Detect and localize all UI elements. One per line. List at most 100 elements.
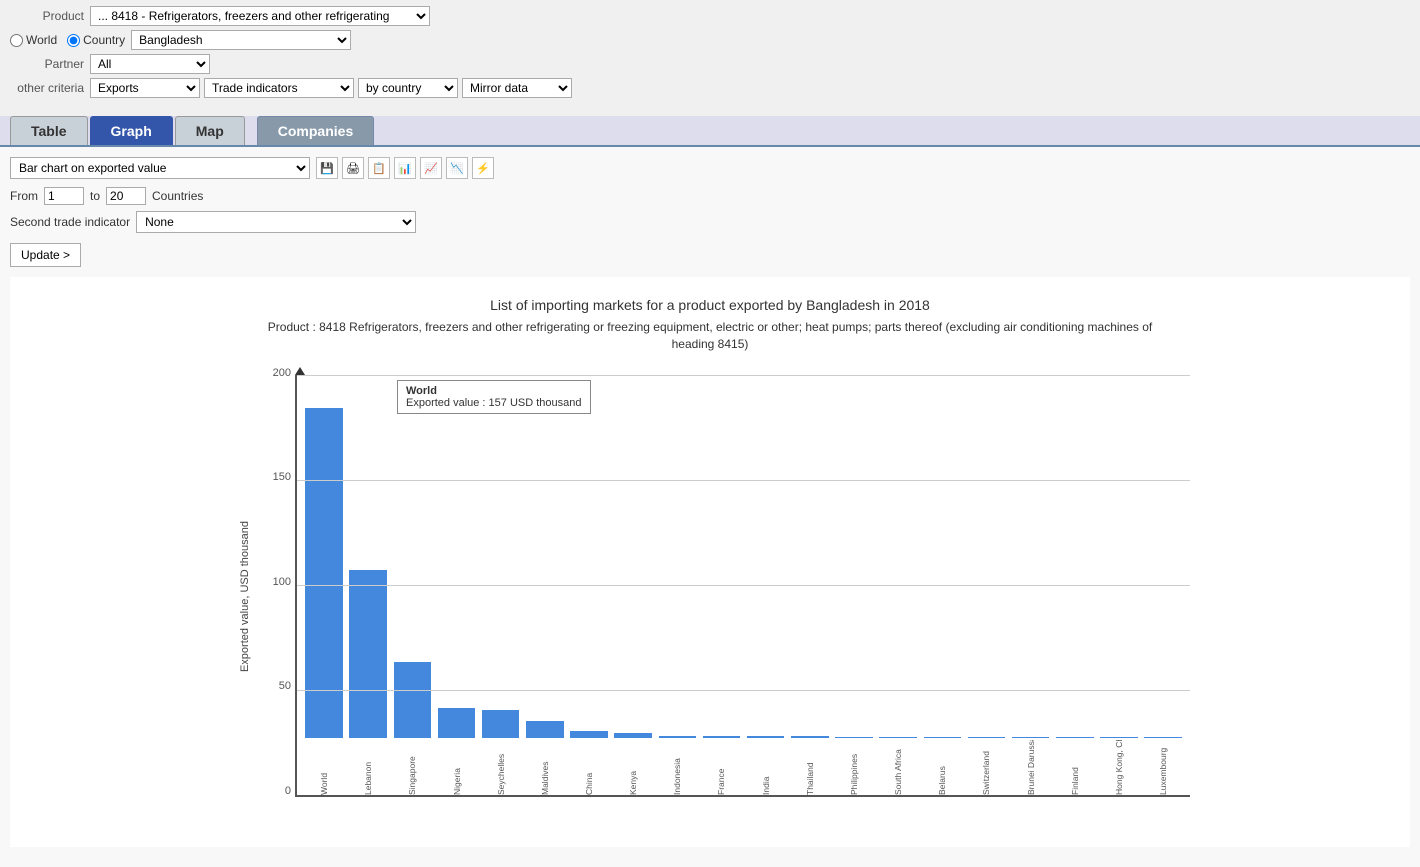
bar-label: Finland: [1070, 740, 1080, 795]
mirror-data-select[interactable]: Mirror data: [462, 78, 572, 98]
chart-area: List of importing markets for a product …: [10, 277, 1410, 847]
exports-select[interactable]: Exports: [90, 78, 200, 98]
y-tick-150: 150: [273, 471, 291, 483]
chart-title: List of importing markets for a product …: [490, 297, 930, 313]
bar[interactable]: [659, 736, 697, 738]
bar[interactable]: [791, 736, 829, 737]
y-tick-0: 0: [285, 785, 291, 797]
bar[interactable]: [570, 731, 608, 737]
bar-label: Singapore: [407, 740, 417, 795]
country-radio[interactable]: [67, 34, 80, 47]
main-content: Bar chart on exported value 💾 🖨 📋 📊 📈 📉 …: [0, 147, 1420, 867]
from-label: From: [10, 189, 38, 203]
trade-indicators-select[interactable]: Trade indicators: [204, 78, 354, 98]
bar-label: Switzerland: [981, 740, 991, 795]
bar-label: Hong Kong, China: [1114, 740, 1124, 795]
y-axis-label-container: Exported value, USD thousand: [230, 367, 260, 827]
partner-label: Partner: [10, 57, 90, 71]
tab-graph[interactable]: Graph: [90, 116, 173, 145]
chart-type-row: Bar chart on exported value 💾 🖨 📋 📊 📈 📉 …: [10, 157, 1410, 179]
bar[interactable]: [879, 737, 917, 738]
bar-label: Kenya: [628, 740, 638, 795]
tab-companies[interactable]: Companies: [257, 116, 374, 145]
country-radio-label[interactable]: Country: [67, 33, 125, 47]
product-select[interactable]: ... 8418 - Refrigerators, freezers and o…: [90, 6, 430, 26]
bar[interactable]: [349, 570, 387, 738]
chart-type-select[interactable]: Bar chart on exported value: [10, 157, 310, 179]
other-criteria-label: other criteria: [10, 81, 90, 95]
country-select[interactable]: Bangladesh: [131, 30, 351, 50]
second-trade-label: Second trade indicator: [10, 215, 130, 229]
plot-area: World Lebanon Singapore Nigeria Seychelles Ma…: [295, 375, 1190, 797]
partner-row: Partner All: [10, 54, 1410, 74]
second-indicator-row: Second trade indicator None: [10, 211, 1410, 233]
bar-label: Brunei Darussalam: [1026, 740, 1036, 795]
tab-table[interactable]: Table: [10, 116, 88, 145]
bar-label: Luxembourg: [1158, 740, 1168, 795]
second-indicator-select[interactable]: None: [136, 211, 416, 233]
bar-label: South Africa: [893, 740, 903, 795]
range-row: From to Countries: [10, 187, 1410, 205]
bar-label: Nigeria: [452, 740, 462, 795]
grid-line-100: [297, 585, 1190, 586]
bar[interactable]: [305, 408, 343, 738]
to-label: to: [90, 189, 100, 203]
country-radio-text: Country: [83, 33, 125, 47]
chart-wrapper: Exported value, USD thousand 200 150 100…: [230, 367, 1190, 827]
criteria-row: other criteria Exports Trade indicators …: [10, 78, 1410, 98]
world-country-row: World Country Bangladesh: [10, 30, 1410, 50]
tab-bar: Table Graph Map Companies: [0, 116, 1420, 147]
save-icon-btn[interactable]: 💾: [316, 157, 338, 179]
to-input[interactable]: [106, 187, 146, 205]
countries-label: Countries: [152, 189, 203, 203]
bar-label: China: [584, 740, 594, 795]
bar[interactable]: [924, 737, 962, 738]
update-button[interactable]: Update >: [10, 243, 81, 267]
export-icon-btn[interactable]: 📋: [368, 157, 390, 179]
bar-label: Seychelles: [496, 740, 506, 795]
print-icon-btn[interactable]: 🖨: [342, 157, 364, 179]
world-radio-label[interactable]: World: [10, 33, 57, 47]
bar[interactable]: [614, 733, 652, 737]
grid-line-50: [297, 690, 1190, 691]
grid-line-150: [297, 480, 1190, 481]
chart-3d-icon-btn[interactable]: 📉: [446, 157, 468, 179]
y-ticks-container: 200 150 100 50 0: [260, 367, 295, 827]
y-tick-50: 50: [279, 680, 291, 692]
world-label: World: [26, 33, 57, 47]
y-axis-arrow: [295, 367, 305, 375]
bar-label: France: [716, 740, 726, 795]
y-axis-label: Exported value, USD thousand: [239, 521, 251, 672]
bar-label: Philippines: [849, 740, 859, 795]
bar-label: Indonesia: [672, 740, 682, 795]
product-label: Product: [10, 9, 90, 23]
tab-map[interactable]: Map: [175, 116, 245, 145]
chart-bar-icon-btn[interactable]: 📊: [394, 157, 416, 179]
chart-subtitle: Product : 8418 Refrigerators, freezers a…: [260, 319, 1160, 353]
icon-toolbar: 💾 🖨 📋 📊 📈 📉 ⚡: [316, 157, 494, 179]
partner-select[interactable]: All: [90, 54, 210, 74]
top-bar: Product ... 8418 - Refrigerators, freeze…: [0, 0, 1420, 108]
bar[interactable]: [438, 708, 476, 737]
y-tick-200: 200: [273, 367, 291, 379]
bar-label: India: [761, 740, 771, 795]
chart-line-icon-btn[interactable]: 📈: [420, 157, 442, 179]
grid-line-200: [297, 375, 1190, 376]
lightning-icon-btn[interactable]: ⚡: [472, 157, 494, 179]
world-country-radio-group: World Country: [10, 33, 125, 47]
bar[interactable]: [703, 736, 741, 738]
bar-label: Lebanon: [363, 740, 373, 795]
y-tick-100: 100: [273, 576, 291, 588]
bar[interactable]: [835, 737, 873, 738]
bar[interactable]: [526, 721, 564, 738]
bar[interactable]: [747, 736, 785, 737]
by-country-select[interactable]: by country: [358, 78, 458, 98]
world-radio[interactable]: [10, 34, 23, 47]
bar[interactable]: [968, 737, 1006, 738]
bar-label: World: [319, 740, 329, 795]
product-row: Product ... 8418 - Refrigerators, freeze…: [10, 6, 1410, 26]
bar[interactable]: [482, 710, 520, 737]
bar[interactable]: [394, 662, 432, 738]
bar-label: Maldives: [540, 740, 550, 795]
from-input[interactable]: [44, 187, 84, 205]
